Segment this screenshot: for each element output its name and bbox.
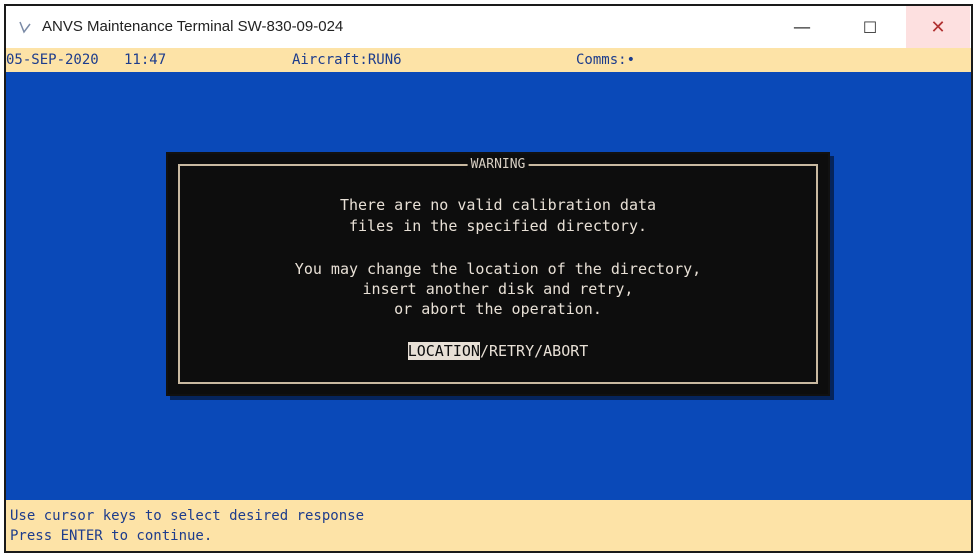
status-aircraft: Aircraft:RUN6 — [292, 52, 402, 68]
option-location[interactable]: LOCATION — [407, 342, 480, 360]
close-icon: ✕ — [930, 16, 946, 38]
status-date: 05-SEP-2020 — [6, 52, 99, 68]
maximize-button[interactable]: ☐ — [838, 6, 902, 48]
option-separator: / — [479, 342, 489, 360]
dialog-title: WARNING — [467, 157, 529, 173]
close-button[interactable]: ✕ — [906, 6, 970, 48]
application-window: ANVS Maintenance Terminal SW-830-09-024 … — [4, 4, 973, 553]
terminal-area: WARNING There are no valid calibration d… — [6, 72, 971, 500]
window-title: ANVS Maintenance Terminal SW-830-09-024 — [42, 18, 344, 35]
footer-instruction: Press ENTER to continue. — [10, 528, 213, 544]
dialog-message-line: insert another disk and retry, — [362, 280, 634, 298]
status-comms: Comms:• — [576, 52, 636, 68]
warning-dialog: WARNING There are no valid calibration d… — [166, 152, 830, 396]
option-separator: / — [534, 342, 544, 360]
status-time: 11:47 — [124, 52, 167, 68]
minimize-icon: — — [793, 16, 811, 38]
maximize-icon: ☐ — [862, 17, 878, 37]
minimize-button[interactable]: — — [770, 6, 834, 48]
help-footer: Use cursor keys to select desired respon… — [6, 500, 971, 551]
dialog-message-line: files in the specified directory. — [348, 217, 647, 235]
dialog-message-line: You may change the location of the direc… — [294, 260, 702, 278]
status-bar: 05-SEP-2020 11:47 Aircraft:RUN6 Comms:• — [6, 48, 971, 72]
dialog-message-line: There are no valid calibration data — [339, 196, 657, 214]
option-abort[interactable]: ABORT — [543, 342, 588, 360]
response-options: LOCATION/RETRY/ABORT — [168, 342, 828, 360]
app-icon — [19, 21, 31, 34]
footer-instruction: Use cursor keys to select desired respon… — [10, 508, 365, 524]
dialog-message-line: or abort the operation. — [394, 300, 602, 318]
option-retry[interactable]: RETRY — [489, 342, 534, 360]
title-bar[interactable]: ANVS Maintenance Terminal SW-830-09-024 … — [6, 6, 971, 48]
